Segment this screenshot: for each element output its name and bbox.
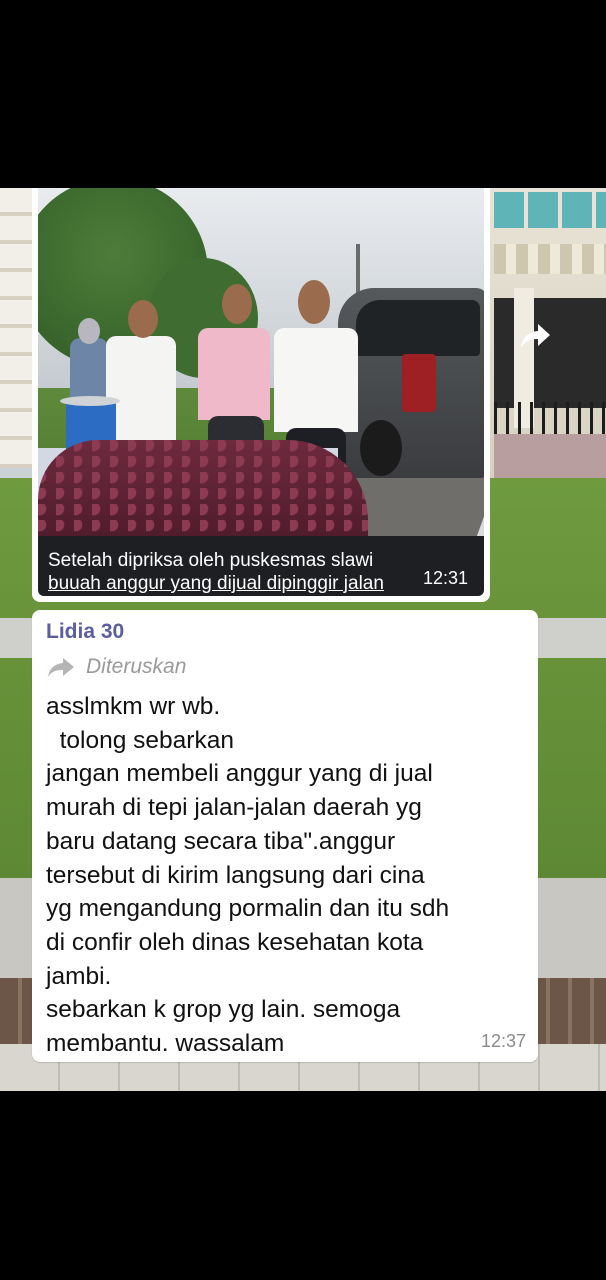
- text-message-time: 12:37: [480, 1031, 526, 1051]
- sender-name[interactable]: Lidia 30: [46, 620, 124, 644]
- photo-scale-plate: [60, 396, 120, 406]
- image-message-time: 12:31: [422, 568, 468, 588]
- photo-person-officer-left: [106, 336, 176, 446]
- forward-arrow-icon: [48, 658, 74, 677]
- share-arrow-svg: [521, 324, 550, 348]
- photo-grapes: [38, 440, 368, 540]
- forwarded-label: Diteruskan: [86, 655, 187, 678]
- wallpaper-windows: [494, 192, 606, 228]
- wallpaper-building-left: [0, 188, 32, 468]
- image-message-bubble[interactable]: Setelah dipriksa oleh puskesmas slawi bu…: [32, 188, 490, 602]
- photo-person-officer-right: [274, 328, 358, 432]
- caption-line-2: buuah anggur yang dijual dipinggir jalan: [48, 573, 384, 594]
- photo-car-taillight: [402, 354, 436, 412]
- share-arrow-icon[interactable]: [516, 318, 556, 358]
- chat-screenshot: Setelah dipriksa oleh puskesmas slawi bu…: [0, 188, 606, 1091]
- photo-person-head: [222, 284, 252, 324]
- caption-line-1: Setelah dipriksa oleh puskesmas slawi: [48, 550, 374, 571]
- photo-person-head: [298, 280, 330, 324]
- photo-car-window: [356, 300, 480, 356]
- image-caption: Setelah dipriksa oleh puskesmas slawi bu…: [48, 549, 468, 595]
- forwarded-photo[interactable]: Setelah dipriksa oleh puskesmas slawi bu…: [38, 188, 484, 596]
- message-body: asslmkm wr wb. tolong sebarkan jangan me…: [46, 693, 450, 1058]
- wallpaper-wall: [494, 434, 606, 480]
- text-message-bubble[interactable]: Lidia 30 Diteruskan asslmkm wr wb. tolon…: [32, 610, 538, 1062]
- photo-person-young-man: [198, 328, 270, 420]
- photo-person-head: [128, 300, 158, 338]
- photo-person-head: [78, 318, 100, 344]
- wallpaper-fence: [494, 402, 606, 436]
- wallpaper-frieze: [494, 244, 606, 274]
- forwarded-indicator: Diteruskan: [46, 654, 186, 680]
- photo-car-wheel: [360, 420, 402, 476]
